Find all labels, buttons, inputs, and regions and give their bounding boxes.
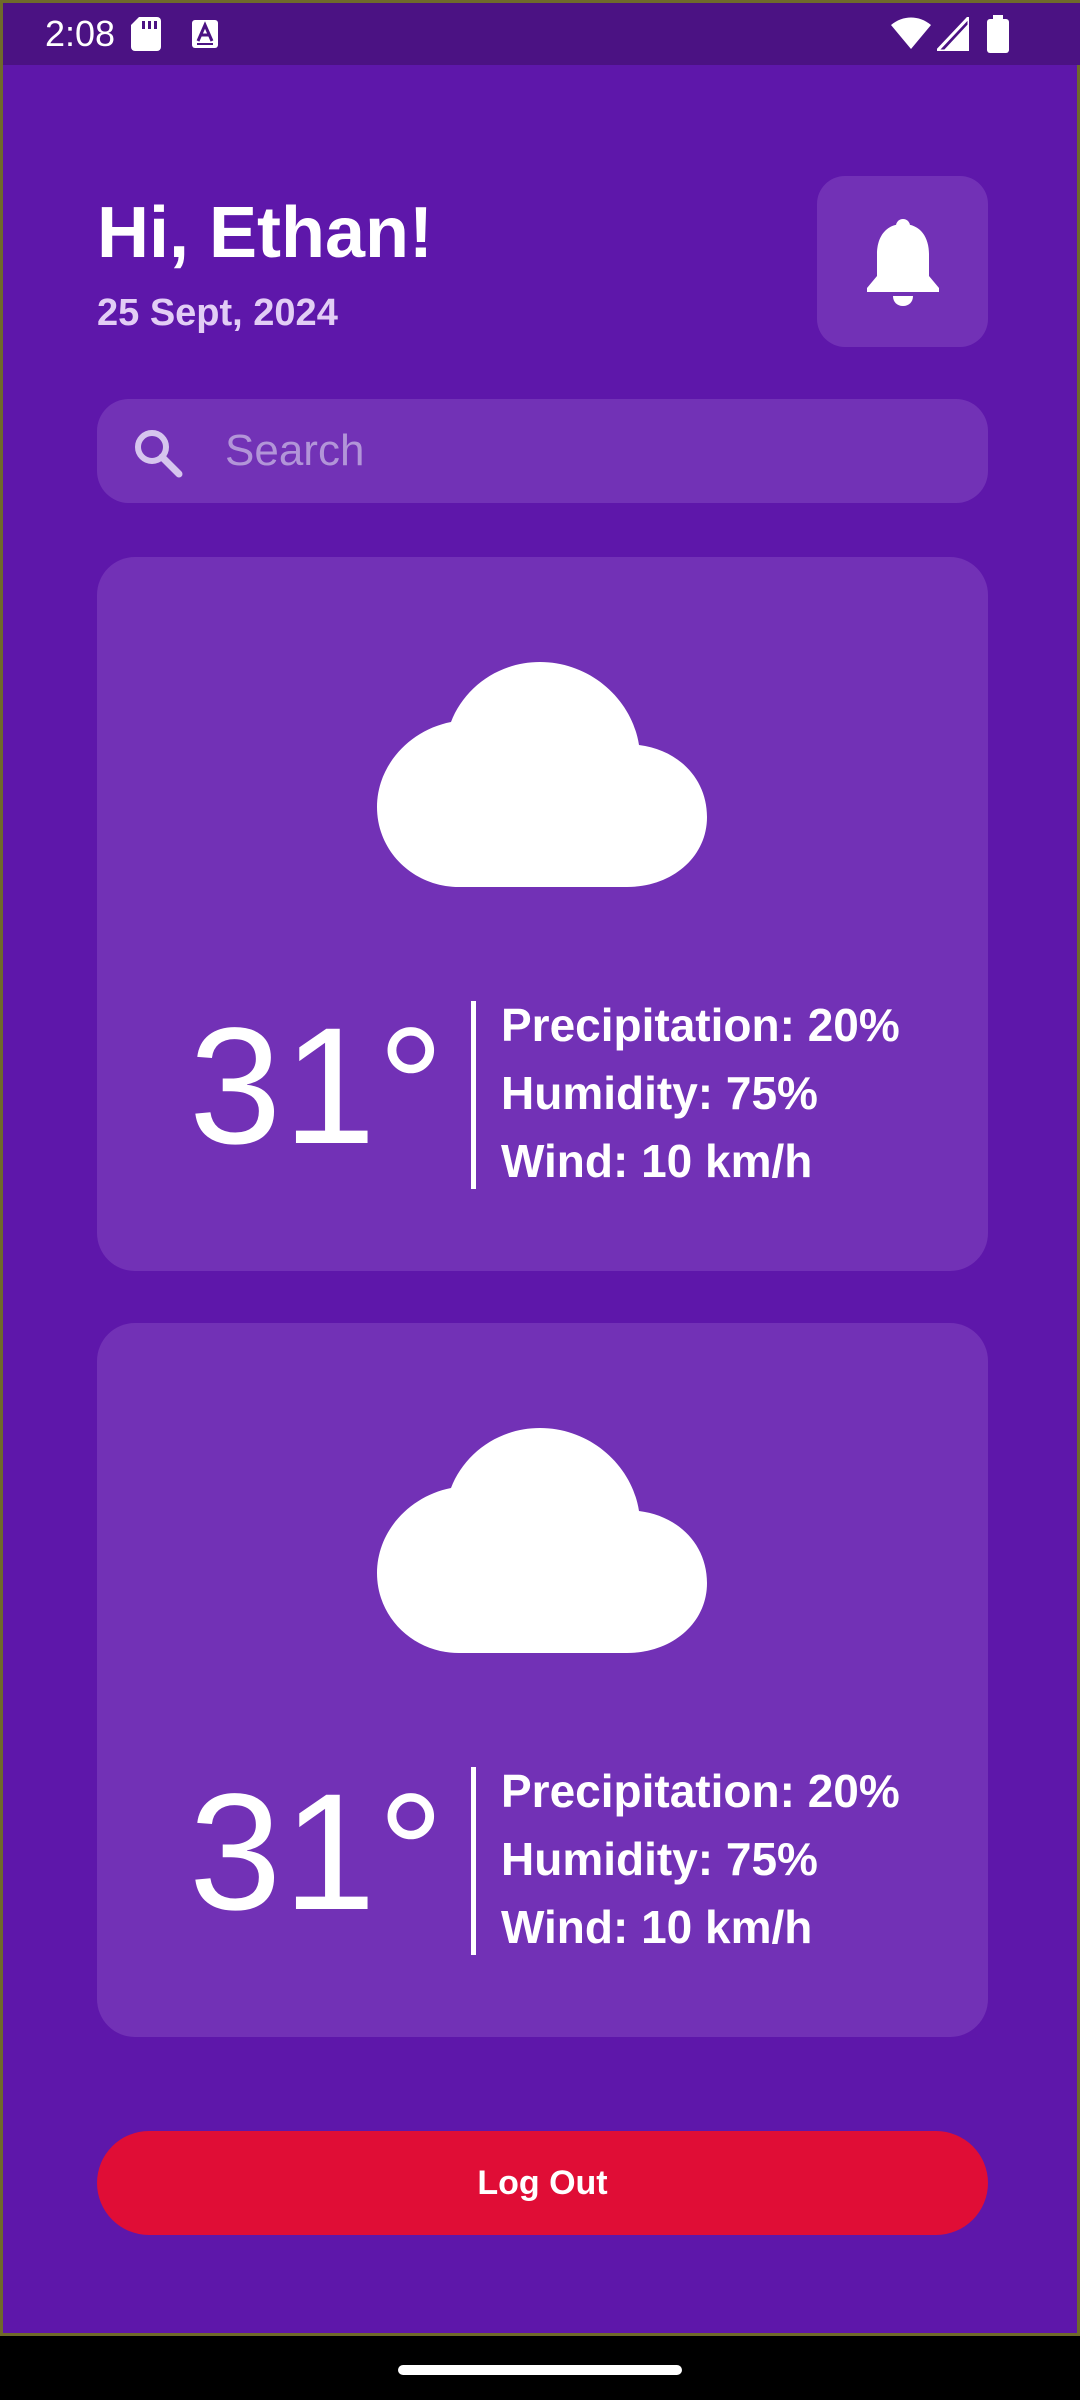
precipitation-text: Precipitation: 20% (501, 999, 900, 1051)
current-date: 25 Sept, 2024 (97, 292, 338, 334)
search-icon (135, 430, 183, 478)
wind-text: Wind: 10 km/h (501, 1135, 813, 1187)
precipitation-text: Precipitation: 20% (501, 1765, 900, 1817)
cloud-icon (377, 1428, 707, 1653)
wifi-icon (891, 17, 931, 49)
battery-icon (987, 15, 1009, 53)
app-screen: 2:08 Hi, Ethan! 25 Sept, 2024 Search 31°… (0, 0, 1080, 2336)
weather-card[interactable]: 31° Precipitation: 20% Humidity: 75% Win… (97, 557, 988, 1271)
bell-icon (866, 218, 939, 306)
weather-card[interactable]: 31° Precipitation: 20% Humidity: 75% Win… (97, 1323, 988, 2037)
card-divider (471, 1767, 476, 1955)
cloud-icon (377, 662, 707, 887)
signal-icon (937, 17, 969, 51)
keyboard-a-icon (192, 20, 218, 48)
search-input[interactable] (225, 399, 955, 503)
status-time: 2:08 (45, 13, 116, 54)
temperature-value: 31° (189, 994, 447, 1179)
temperature-value: 31° (189, 1760, 447, 1945)
home-indicator[interactable] (398, 2365, 682, 2375)
greeting-title: Hi, Ethan! (97, 193, 433, 273)
status-bar: 2:08 (3, 3, 1080, 65)
search-bar[interactable] (97, 399, 988, 503)
sd-card-icon (131, 17, 161, 51)
notifications-button[interactable] (817, 176, 988, 347)
humidity-text: Humidity: 75% (501, 1833, 818, 1885)
wind-text: Wind: 10 km/h (501, 1901, 813, 1953)
logout-button[interactable]: Log Out (97, 2131, 988, 2235)
card-divider (471, 1001, 476, 1189)
humidity-text: Humidity: 75% (501, 1067, 818, 1119)
